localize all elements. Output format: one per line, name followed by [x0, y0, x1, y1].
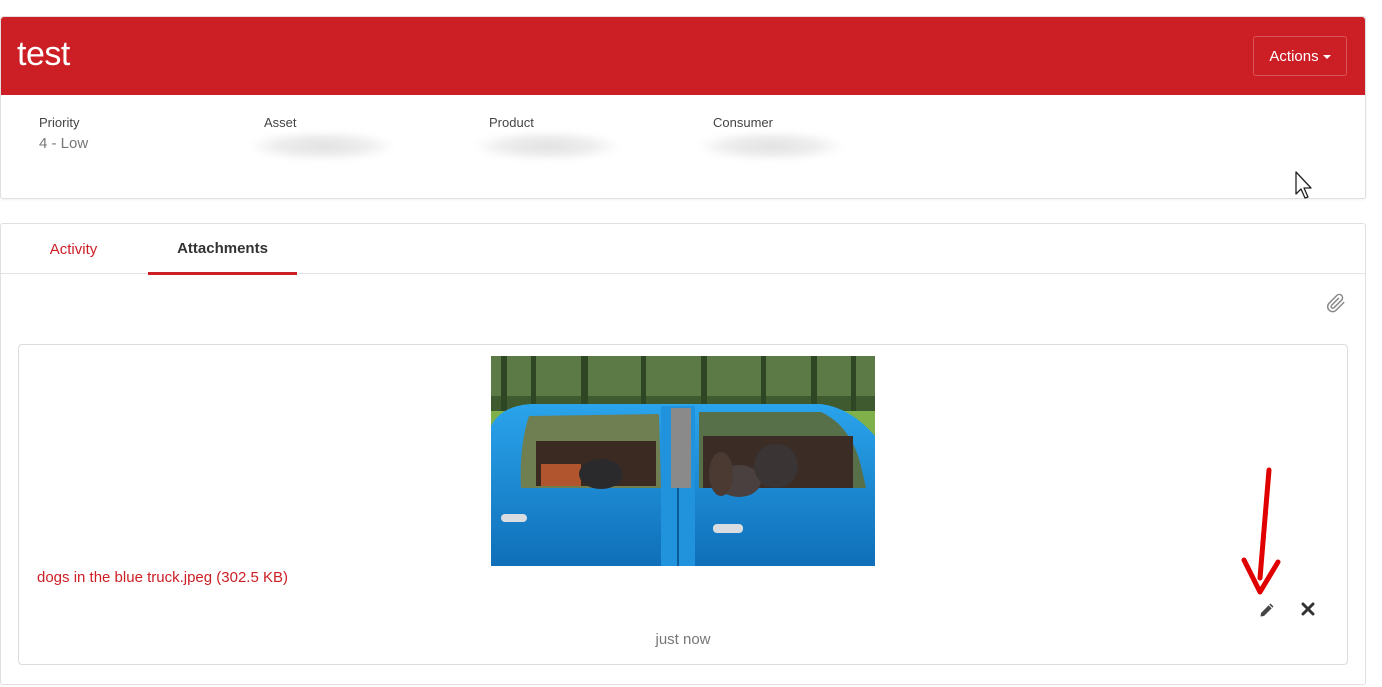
ticket-title: test [17, 35, 70, 73]
actions-button-label: Actions [1269, 47, 1319, 65]
attachment-item: dogs in the blue truck.jpeg (302.5 KB) j… [18, 344, 1348, 665]
attachment-file-link[interactable]: dogs in the blue truck.jpeg (302.5 KB) [37, 569, 288, 586]
consumer-value-redacted [701, 132, 841, 160]
paperclip-icon[interactable] [1325, 292, 1347, 314]
close-icon[interactable] [1301, 602, 1315, 616]
product-label: Product [489, 115, 534, 130]
priority-label: Priority [39, 115, 80, 130]
asset-label: Asset [264, 115, 297, 130]
priority-field: Priority 4 - Low [39, 115, 88, 152]
consumer-label: Consumer [713, 115, 773, 130]
caret-down-icon [1322, 55, 1331, 59]
priority-value: 4 - Low [39, 135, 89, 152]
actions-dropdown-button[interactable]: Actions [1253, 36, 1347, 76]
product-field: Product [477, 115, 617, 160]
asset-value-redacted [252, 132, 392, 160]
attachment-thumbnail[interactable] [491, 356, 875, 566]
tabs-card: Activity Attachments dogs in the blue tr… [0, 223, 1366, 685]
asset-field: Asset [252, 115, 392, 160]
ticket-summary-card: test Actions Priority 4 - Low Asset Prod… [0, 16, 1366, 199]
mouse-cursor-icon [1295, 171, 1312, 199]
product-value-redacted [477, 132, 617, 160]
pencil-icon[interactable] [1259, 602, 1275, 618]
attachment-timestamp: just now [655, 631, 711, 648]
tab-bar: Activity Attachments [1, 224, 1365, 275]
tab-activity[interactable]: Activity [21, 224, 126, 275]
consumer-field: Consumer [701, 115, 841, 160]
ticket-header-bar: test Actions [1, 17, 1365, 95]
tab-attachments[interactable]: Attachments [148, 224, 297, 275]
